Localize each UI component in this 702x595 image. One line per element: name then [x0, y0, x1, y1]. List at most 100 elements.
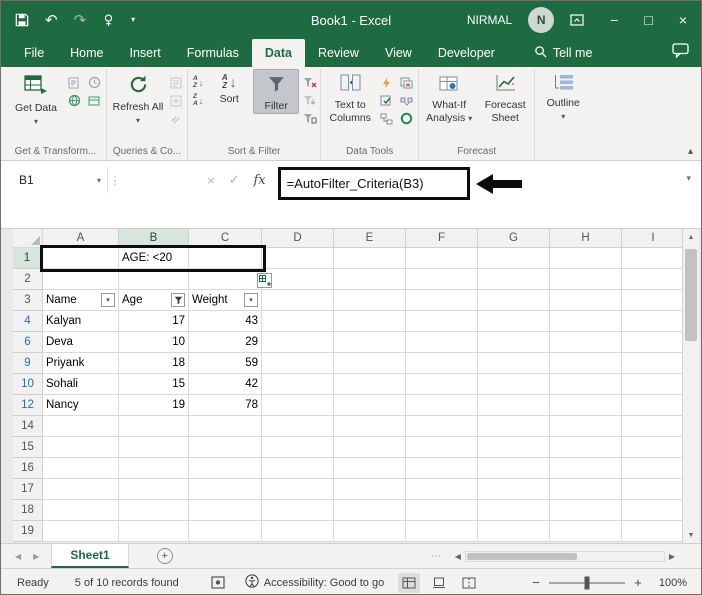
filter-button[interactable]: Filter [253, 69, 300, 114]
cell-c1[interactable] [189, 248, 262, 269]
cell-c14[interactable] [189, 416, 262, 437]
normal-view-button[interactable] [398, 572, 420, 593]
cell-h17[interactable] [550, 479, 622, 500]
cell-g9[interactable] [478, 353, 550, 374]
from-web-icon[interactable] [67, 94, 82, 107]
cell-d4[interactable] [262, 311, 334, 332]
sort-za-icon[interactable]: ZA ↓ [191, 93, 205, 107]
cell-e10[interactable] [334, 374, 406, 395]
cell-c17[interactable] [189, 479, 262, 500]
cell-g1[interactable] [478, 248, 550, 269]
cell-b10[interactable]: 15 [119, 374, 189, 395]
ribbon-display-options-icon[interactable] [570, 14, 584, 26]
cell-i2[interactable] [622, 269, 685, 290]
tab-formulas[interactable]: Formulas [174, 39, 252, 67]
filter-applied-icon-b3[interactable] [171, 293, 185, 307]
cell-c12[interactable]: 78 [189, 395, 262, 416]
cell-h9[interactable] [550, 353, 622, 374]
cell-i6[interactable] [622, 332, 685, 353]
cell-d12[interactable] [262, 395, 334, 416]
consolidate-icon[interactable] [399, 94, 414, 107]
horizontal-scroll-track[interactable] [464, 550, 665, 562]
column-header-f[interactable]: F [406, 229, 478, 248]
cell-i15[interactable] [622, 437, 685, 458]
name-box-sizer[interactable]: ⋮ [108, 167, 122, 193]
column-header-h[interactable]: H [550, 229, 622, 248]
cell-b4[interactable]: 17 [119, 311, 189, 332]
select-all-corner[interactable] [13, 229, 43, 248]
cell-h16[interactable] [550, 458, 622, 479]
cell-d19[interactable] [262, 521, 334, 542]
cell-e2[interactable] [334, 269, 406, 290]
cell-b17[interactable] [119, 479, 189, 500]
cell-a16[interactable] [43, 458, 119, 479]
cell-f4[interactable] [406, 311, 478, 332]
cell-c3[interactable]: Weight ▾ [189, 290, 262, 311]
tab-data[interactable]: Data [251, 39, 305, 67]
minimize-button[interactable]: − [610, 13, 618, 27]
cell-e14[interactable] [334, 416, 406, 437]
cell-f19[interactable] [406, 521, 478, 542]
row-header-19[interactable]: 19 [13, 521, 43, 542]
recent-sources-icon[interactable] [87, 76, 102, 89]
column-header-d[interactable]: D [262, 229, 334, 248]
cell-a14[interactable] [43, 416, 119, 437]
cell-d3[interactable] [262, 290, 334, 311]
smart-tag-icon[interactable] [257, 273, 272, 288]
cell-g10[interactable] [478, 374, 550, 395]
formula-input[interactable]: =AutoFilter_Criteria(B3) [281, 176, 424, 191]
zoom-slider-thumb[interactable] [584, 576, 590, 589]
cell-i1[interactable] [622, 248, 685, 269]
cell-f10[interactable] [406, 374, 478, 395]
cell-b18[interactable] [119, 500, 189, 521]
zoom-level[interactable]: 100% [651, 577, 687, 589]
cell-h19[interactable] [550, 521, 622, 542]
cell-h12[interactable] [550, 395, 622, 416]
cell-i19[interactable] [622, 521, 685, 542]
edit-links-icon[interactable] [169, 112, 184, 125]
cell-b16[interactable] [119, 458, 189, 479]
page-layout-view-button[interactable] [428, 573, 450, 593]
advanced-filter-icon[interactable] [302, 112, 317, 125]
cell-d1[interactable] [262, 248, 334, 269]
row-header-10[interactable]: 10 [13, 374, 43, 395]
user-name[interactable]: NIRMAL [467, 13, 512, 27]
tab-developer[interactable]: Developer [425, 39, 508, 67]
name-box-dropdown-icon[interactable]: ▾ [97, 176, 107, 185]
cell-c2[interactable] [189, 269, 262, 290]
scroll-down-icon[interactable]: ▼ [683, 527, 699, 543]
column-header-g[interactable]: G [478, 229, 550, 248]
cell-a17[interactable] [43, 479, 119, 500]
cell-i10[interactable] [622, 374, 685, 395]
tab-insert[interactable]: Insert [117, 39, 174, 67]
cell-h15[interactable] [550, 437, 622, 458]
cell-d18[interactable] [262, 500, 334, 521]
cell-g12[interactable] [478, 395, 550, 416]
cell-a6[interactable]: Deva [43, 332, 119, 353]
collapse-ribbon-icon[interactable]: ▴ [688, 146, 693, 157]
column-header-e[interactable]: E [334, 229, 406, 248]
row-header-4[interactable]: 4 [13, 311, 43, 332]
remove-duplicates-icon[interactable] [399, 76, 414, 89]
accessibility-status[interactable]: Accessibility: Good to go [245, 574, 384, 591]
sheet-nav-left-icon[interactable]: ◀ [15, 552, 21, 561]
cell-c15[interactable] [189, 437, 262, 458]
column-header-c[interactable]: C [189, 229, 262, 248]
vertical-scroll-thumb[interactable] [685, 249, 697, 341]
cell-c6[interactable]: 29 [189, 332, 262, 353]
row-header-12[interactable]: 12 [13, 395, 43, 416]
cell-i17[interactable] [622, 479, 685, 500]
cell-b3[interactable]: Age [119, 290, 189, 311]
tell-me-button[interactable]: Tell me [522, 39, 605, 67]
column-header-i[interactable]: I [622, 229, 685, 248]
cell-c18[interactable] [189, 500, 262, 521]
cell-b6[interactable]: 10 [119, 332, 189, 353]
cell-a15[interactable] [43, 437, 119, 458]
row-header-9[interactable]: 9 [13, 353, 43, 374]
sheet-nav-right-icon[interactable]: ▶ [33, 552, 39, 561]
outline-button[interactable]: Outline ▾ [538, 69, 588, 122]
cell-h6[interactable] [550, 332, 622, 353]
what-if-analysis-button[interactable]: What-If Analysis ▾ [422, 69, 476, 124]
data-validation-icon[interactable] [379, 94, 394, 107]
column-header-b[interactable]: B [119, 229, 189, 248]
